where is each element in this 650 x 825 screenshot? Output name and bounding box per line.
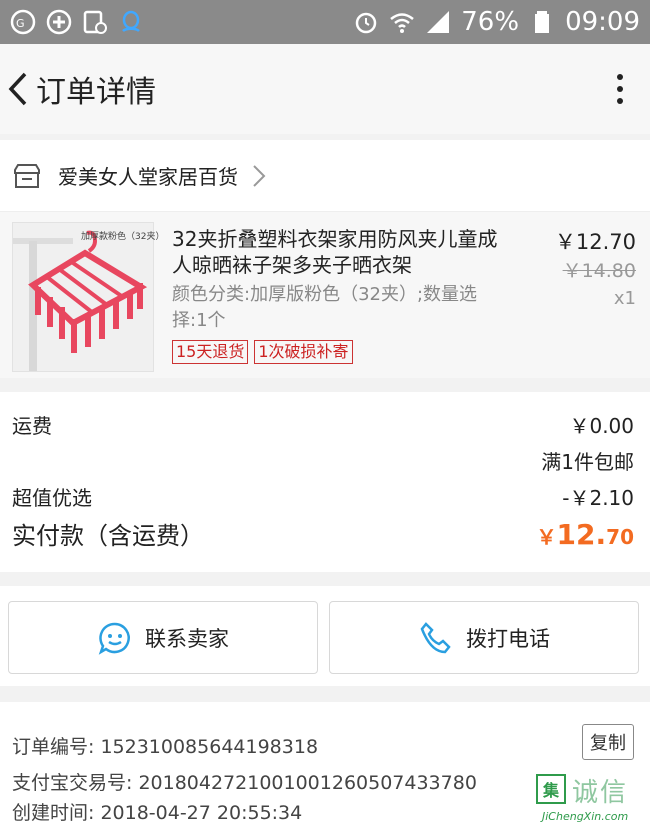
call-phone-label: 拨打电话: [466, 626, 550, 651]
chevron-left-icon: [8, 72, 27, 106]
alarm-icon: [353, 9, 379, 35]
contact-seller-label: 联系卖家: [145, 626, 229, 651]
service-tags: 15天退货 1次破损补寄: [172, 340, 353, 364]
more-options-button[interactable]: [590, 44, 650, 134]
total-integer: 12.: [556, 518, 607, 551]
page-title: 订单详情: [36, 75, 156, 110]
watermark-logo: 集: [536, 774, 566, 804]
cost-summary: 运费 ￥0.00 满1件包邮 超值优选 -￥2.10 实付款（含运费） ￥12.…: [0, 392, 650, 572]
product-spec: 颜色分类:加厚版粉色（32夹）;数量选择:1个: [172, 284, 478, 331]
total-currency: ￥: [536, 525, 557, 549]
damage-tag: 1次破损补寄: [254, 340, 353, 364]
discount-row: 超值优选 -￥2.10: [12, 482, 634, 511]
contact-seller-button[interactable]: 联系卖家: [8, 601, 318, 674]
clock-time: 09:09: [565, 7, 640, 37]
shipping-row: 运费 ￥0.00: [12, 410, 634, 439]
shipping-note: 满1件包邮: [541, 450, 634, 474]
product-original-price: ￥14.80: [562, 260, 636, 282]
total-row: 实付款（含运费） ￥12.70: [12, 516, 634, 551]
vpn-key-icon: G: [10, 9, 36, 35]
more-dot-icon: [617, 86, 623, 92]
shop-name: 爱美女人堂家居百货: [58, 165, 238, 189]
shipping-value: ￥0.00: [569, 414, 634, 438]
total-value: ￥12.70: [537, 518, 634, 551]
total-label: 实付款（含运费）: [12, 522, 204, 550]
product-image[interactable]: 加厚款粉色（32夹）: [12, 222, 164, 372]
alipay-trade-number: 支付宝交易号: 2018042721001001260507433780: [12, 772, 477, 794]
chat-bubble-icon: [98, 622, 130, 655]
product-quantity: x1: [613, 288, 636, 309]
store-icon: [14, 163, 40, 188]
hanger-illustration: [13, 223, 153, 371]
status-bar: G 76% 09:09: [0, 0, 650, 44]
back-button[interactable]: [0, 44, 36, 134]
chevron-right-icon: [253, 164, 266, 187]
copy-button[interactable]: 复制: [582, 724, 634, 760]
product-title: 32夹折叠塑料衣架家用防风夹儿童成人晾晒袜子架多夹子晒衣架: [172, 227, 498, 277]
status-left-icons: G: [10, 9, 144, 35]
battery-icon: [529, 9, 555, 35]
discount-value: -￥2.10: [562, 486, 634, 510]
return-tag: 15天退货: [172, 340, 249, 364]
app-bar: 订单详情: [0, 44, 650, 134]
qq-penguin-icon: [118, 9, 144, 35]
total-decimal: 70: [606, 525, 634, 549]
add-circle-icon: [46, 9, 72, 35]
image-clock-icon: [82, 9, 108, 35]
svg-text:G: G: [16, 17, 25, 30]
wifi-icon: [389, 9, 415, 35]
watermark-url: JiChengXin.com: [542, 810, 629, 823]
call-phone-button[interactable]: 拨打电话: [329, 601, 639, 674]
contact-section: 联系卖家 拨打电话: [0, 586, 650, 686]
shipping-label: 运费: [12, 414, 52, 438]
product-item[interactable]: 加厚款粉色（32夹） 32夹折叠塑料衣架家用防风夹儿童成人晾晒袜子架多夹子晒衣架…: [0, 212, 650, 378]
shipping-note-row: 满1件包邮: [12, 446, 634, 475]
created-time: 创建时间: 2018-04-27 20:55:34: [12, 802, 303, 824]
more-dot-icon: [617, 98, 623, 104]
battery-percent: 76%: [461, 7, 520, 37]
shop-row[interactable]: 爱美女人堂家居百货: [0, 140, 650, 212]
watermark-text: 诚信: [572, 778, 629, 808]
status-right: 76% 09:09: [353, 7, 640, 37]
order-number: 订单编号: 152310085644198318: [12, 736, 319, 758]
discount-label: 超值优选: [12, 486, 92, 510]
signal-icon: [425, 9, 451, 35]
phone-icon: [420, 621, 451, 653]
product-image-label: 加厚款粉色（32夹）: [81, 232, 165, 242]
product-price: ￥12.70: [554, 230, 636, 254]
more-dot-icon: [617, 74, 623, 80]
watermark: 集 诚信 JiChengXin.com: [536, 774, 644, 825]
